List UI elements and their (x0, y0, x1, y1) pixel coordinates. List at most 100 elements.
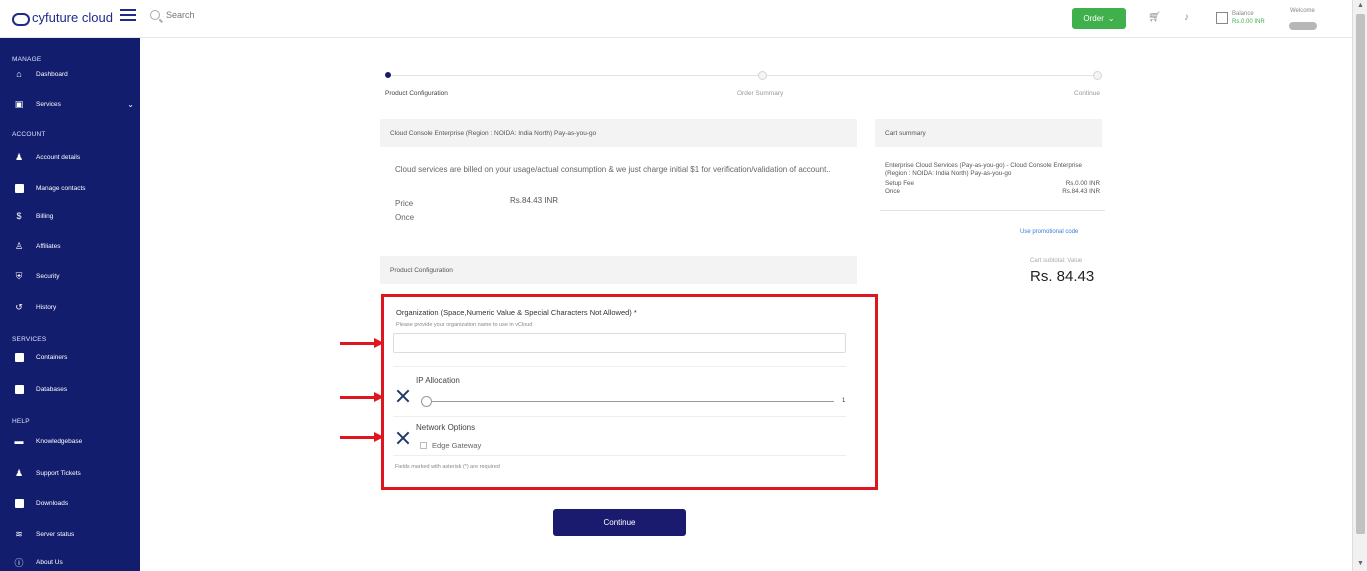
chevron-down-icon: ⌄ (127, 99, 134, 109)
price-value: Rs.84.43 INR (510, 196, 559, 205)
step-dot (1093, 71, 1102, 80)
info-icon: ⓘ (14, 557, 24, 568)
required-note: Fields marked with asterisk (*) are requ… (395, 464, 500, 470)
dollar-icon: $ (16, 211, 22, 221)
history-icon: ↺ (15, 301, 23, 312)
continue-button[interactable]: Continue (553, 509, 686, 536)
sidebar-section-services: SERVICES (12, 336, 47, 343)
step-label-product-configuration: Product Configuration (385, 90, 448, 97)
cart-once-value: Rs.84.43 INR (1062, 188, 1100, 195)
sidebar-item-dashboard[interactable]: ⌂ Dashboard (14, 69, 134, 79)
once-label: Once (395, 213, 415, 222)
search-input[interactable] (166, 10, 286, 20)
chevron-down-icon: ⌄ (1107, 14, 1115, 23)
cart-description: Enterprise Cloud Services (Pay-as-you-go… (885, 162, 1083, 177)
organization-label: Organization (Space,Numeric Value & Spec… (396, 308, 637, 317)
sidebar-item-knowledgebase[interactable]: ▬ Knowledgebase (14, 436, 134, 446)
step-dot-active (385, 72, 391, 78)
scroll-down-icon[interactable]: ▼ (1357, 560, 1364, 567)
welcome-label: Welcome (1290, 8, 1315, 14)
scroll-thumb[interactable] (1356, 14, 1365, 534)
tools-icon (395, 430, 411, 446)
stepper-line (389, 75, 1099, 76)
sidebar-section-help: HELP (12, 418, 30, 425)
organization-hint: Please provide your organization name to… (396, 322, 533, 328)
home-icon: ⌂ (16, 69, 22, 79)
container-icon (14, 352, 24, 362)
divider (393, 366, 846, 367)
sidebar-item-label: Downloads (36, 499, 69, 507)
edge-gateway-option[interactable]: Edge Gateway (420, 441, 481, 450)
sidebar-section-account: ACCOUNT (12, 131, 46, 138)
book-icon: ▬ (14, 436, 24, 446)
sidebar-item-account-details[interactable]: ♟ Account details (14, 152, 134, 162)
search-bar (150, 10, 286, 20)
order-button[interactable]: Order ⌄ (1072, 8, 1126, 29)
promo-code-link[interactable]: Use promotional code (1020, 229, 1078, 235)
sidebar-item-security[interactable]: ⛨ Security (14, 271, 134, 281)
checkout-stepper: Product Configuration Order Summary Cont… (385, 70, 1105, 100)
cart-total-value: Rs. 84.43 (1030, 268, 1095, 285)
wallet-icon (1216, 12, 1228, 24)
bell-icon[interactable]: ♪ (1184, 12, 1189, 23)
sidebar-item-affiliates[interactable]: ♙ Affiliates (14, 241, 134, 251)
cart-once-label: Once (885, 188, 901, 195)
cart-setup-row: Setup Fee Rs.0.00 INR (885, 180, 1100, 187)
sidebar-item-label: Server status (36, 530, 75, 538)
sidebar-item-databases[interactable]: Databases (14, 384, 134, 394)
cart-once-row: Once Rs.84.43 INR (885, 188, 1100, 195)
wifi-icon: ≋ (15, 528, 23, 539)
ip-allocation-slider[interactable] (424, 401, 834, 402)
arrow-right-icon (340, 338, 386, 348)
balance-label: Balance (1232, 11, 1254, 17)
config-header: Product Configuration (380, 256, 857, 284)
balance-widget[interactable]: Balance Rs.0.00 INR (1216, 10, 1265, 26)
cart-total-label: Cart subtotal: Value (1030, 258, 1083, 264)
sidebar-item-label: Databases (36, 385, 68, 393)
user-menu[interactable] (1289, 22, 1317, 30)
price-label: Price (395, 199, 414, 208)
sidebar-item-about-us[interactable]: ⓘ About Us (14, 557, 134, 568)
divider (393, 455, 846, 456)
balance-value: Rs.0.00 INR (1232, 19, 1265, 25)
order-label: Order (1083, 14, 1104, 23)
organization-input[interactable] (393, 333, 846, 353)
arrow-right-icon (340, 392, 386, 402)
sidebar-item-label: Containers (36, 353, 68, 361)
brand-name: cyfuture cloud (32, 10, 113, 25)
divider (393, 416, 846, 417)
menu-toggle-icon[interactable] (120, 9, 136, 23)
sidebar-section-manage: MANAGE (12, 56, 42, 63)
brand-logo[interactable]: cyfuture cloud (12, 10, 113, 26)
sidebar-item-label: Affiliates (36, 242, 61, 250)
sidebar-item-manage-contacts[interactable]: Manage contacts (14, 183, 134, 193)
sidebar-item-services[interactable]: ▣ Services ⌄ (14, 99, 134, 109)
services-icon: ▣ (14, 98, 24, 109)
step-label-order-summary: Order Summary (737, 90, 784, 97)
sidebar-item-server-status[interactable]: ≋ Server status (14, 529, 134, 539)
edge-gateway-label: Edge Gateway (432, 441, 482, 450)
affiliates-icon: ♙ (14, 240, 24, 251)
cart-divider (880, 210, 1105, 211)
user-icon: ♟ (14, 151, 24, 162)
page-scrollbar[interactable]: ▲ ▼ (1352, 0, 1367, 571)
ip-allocation-label: IP Allocation (416, 376, 460, 385)
sidebar-item-history[interactable]: ↺ History (14, 302, 134, 312)
network-options-label: Network Options (416, 423, 476, 432)
ip-allocation-value: 1 (842, 398, 846, 404)
step-dot (758, 71, 767, 80)
cart-icon[interactable]: 🛒︎ (1148, 12, 1161, 23)
sidebar-item-containers[interactable]: Containers (14, 352, 134, 362)
download-icon (14, 498, 24, 508)
slider-handle[interactable] (421, 396, 432, 407)
database-icon (14, 384, 24, 394)
scroll-up-icon[interactable]: ▲ (1357, 2, 1364, 9)
billing-note: Cloud services are billed on your usage/… (395, 165, 831, 174)
arrow-right-icon (340, 432, 386, 442)
sidebar-item-support-tickets[interactable]: ♟ Support Tickets (14, 468, 134, 478)
sidebar-item-label: Dashboard (36, 70, 68, 78)
sidebar-item-billing[interactable]: $ Billing (14, 211, 134, 221)
sidebar-item-downloads[interactable]: Downloads (14, 498, 134, 508)
tools-icon (395, 388, 411, 404)
edge-gateway-checkbox[interactable] (420, 442, 427, 449)
